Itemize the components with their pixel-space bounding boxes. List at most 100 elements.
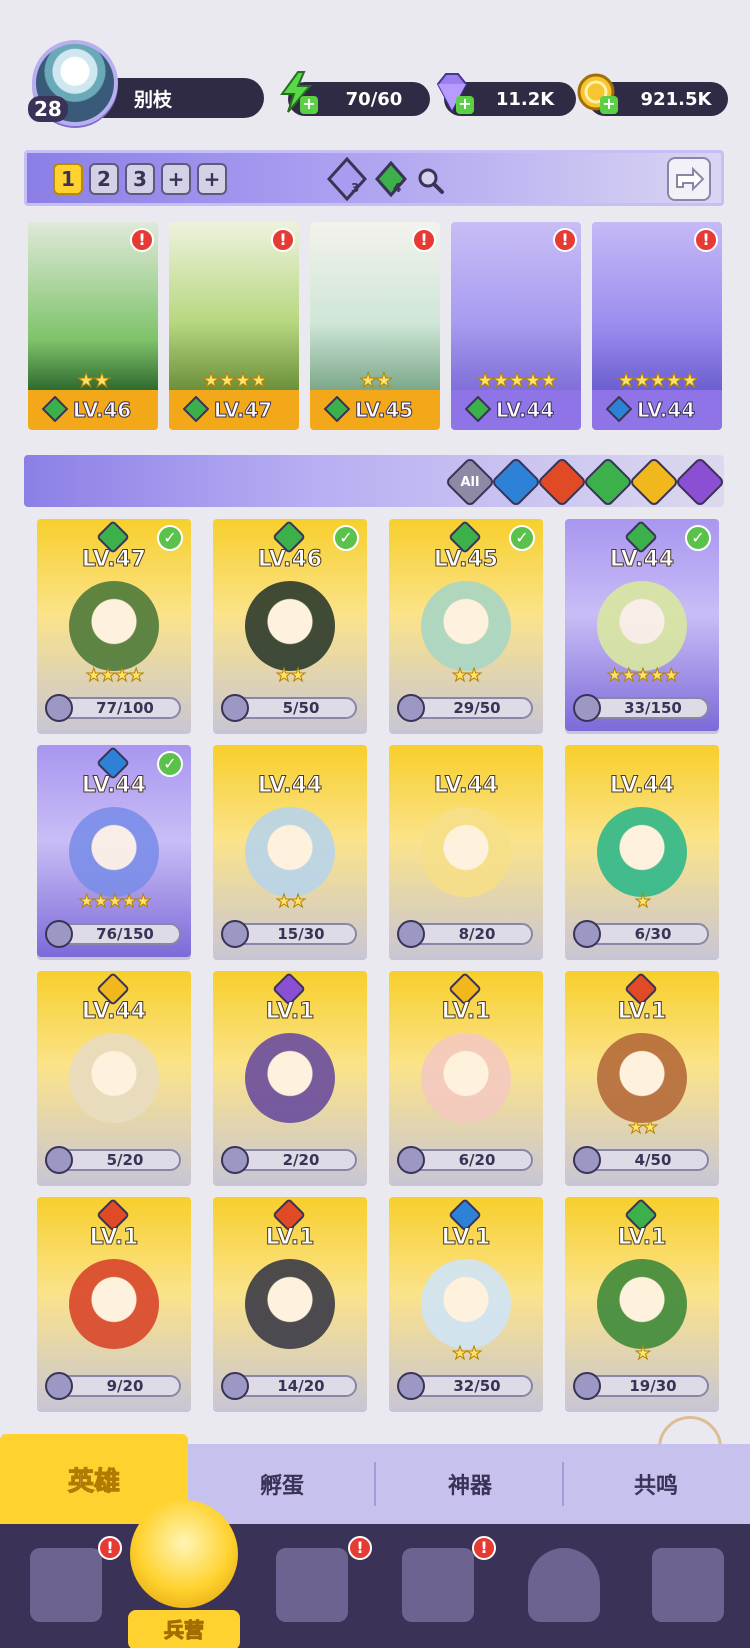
hero-level: LV.1	[617, 1225, 667, 1251]
gems-plus-icon[interactable]: +	[456, 96, 474, 114]
hero-stars: ★★	[275, 891, 306, 913]
nav-map[interactable]: !	[262, 1536, 372, 1636]
share-icon	[676, 166, 705, 192]
team-tab-1[interactable]: 1	[53, 163, 83, 195]
hero-portrait	[245, 1259, 335, 1349]
nature-element-icon	[465, 396, 491, 422]
gems-value: 11.2K	[495, 88, 555, 110]
fragment-count: 77/100	[96, 699, 154, 717]
team-slot-4[interactable]: ★★★★★ LV.44 !	[451, 222, 581, 430]
alert-icon: !	[271, 228, 295, 252]
hero-level: LV.47	[213, 398, 273, 423]
hero-card[interactable]: LV.44 8/20	[389, 745, 543, 957]
filter-dark-icon[interactable]	[674, 456, 726, 508]
fragment-icon	[573, 920, 601, 948]
fragment-progress: 9/20	[45, 1372, 181, 1400]
team-indicator-b: 4	[371, 157, 411, 201]
hero-portrait	[245, 807, 335, 897]
fragment-progress: 5/20	[45, 1146, 181, 1174]
hero-stars: ★★★★★	[606, 665, 680, 687]
mushroom-icon	[528, 1548, 600, 1622]
tab-resonance[interactable]: 共鸣	[562, 1444, 750, 1524]
fragment-progress: 2/20	[221, 1146, 357, 1174]
energy-counter[interactable]: + 70/60	[280, 71, 430, 116]
filter-water-icon[interactable]	[490, 456, 542, 508]
hero-card[interactable]: LV.1 ★ 19/30	[565, 1197, 719, 1409]
hero-card[interactable]: LV.44 ★★ 15/30	[213, 745, 367, 957]
filter-light-icon[interactable]	[628, 456, 680, 508]
guild-icon	[652, 1548, 724, 1622]
fragment-icon	[573, 694, 601, 722]
nav-barracks[interactable]: 兵营	[128, 1500, 240, 1648]
hero-level: LV.44	[433, 773, 499, 799]
hero-portrait	[421, 1259, 511, 1349]
player-avatar[interactable]: 28	[28, 40, 118, 126]
alert-icon: !	[412, 228, 436, 252]
hero-card[interactable]: LV.44 ★ 6/30	[565, 745, 719, 957]
hero-card[interactable]: ✓ LV.47 ★★★★ 77/100	[37, 519, 191, 731]
team-selector-bar: 1 2 3 + + 3 4	[24, 150, 724, 206]
team-tab-add-1[interactable]: +	[161, 163, 191, 195]
hero-card[interactable]: LV.1 9/20	[37, 1197, 191, 1409]
fragment-progress: 14/20	[221, 1372, 357, 1400]
fragment-count: 33/150	[624, 699, 682, 717]
fragment-count: 6/30	[634, 925, 672, 943]
fragment-progress: 77/100	[45, 694, 181, 722]
fragment-icon	[397, 694, 425, 722]
hero-portrait	[597, 1259, 687, 1349]
nav-mushroom[interactable]	[514, 1540, 614, 1636]
alert-icon: !	[472, 1536, 496, 1560]
crystal-icon	[326, 156, 368, 202]
sub-tab-bar: 英雄 孵蛋 神器 共鸣	[0, 1434, 750, 1524]
alert-icon: !	[553, 228, 577, 252]
hero-level: LV.1	[89, 1225, 139, 1251]
filter-fire-icon[interactable]	[536, 456, 588, 508]
gold-plus-icon[interactable]: +	[600, 96, 618, 114]
alert-icon: !	[694, 228, 718, 252]
hero-level: LV.44	[81, 999, 147, 1025]
filter-all[interactable]: All	[444, 456, 496, 508]
hero-card[interactable]: ✓ LV.45 ★★ 29/50	[389, 519, 543, 731]
hero-portrait	[597, 581, 687, 671]
gems-counter[interactable]: + 11.2K	[436, 73, 576, 116]
filter-all-label: All	[460, 474, 480, 490]
fragment-icon	[397, 1146, 425, 1174]
team-slot-5[interactable]: ★★★★★ LV.44 !	[592, 222, 722, 430]
fragment-icon	[221, 1372, 249, 1400]
hero-card[interactable]: ✓ LV.44 ★★★★★ 33/150	[565, 519, 719, 731]
team-slot-3[interactable]: ★★ LV.45 !	[310, 222, 440, 430]
search-icon[interactable]	[415, 165, 445, 195]
hero-card[interactable]: ✓ LV.46 ★★ 5/50	[213, 519, 367, 731]
fragment-count: 2/20	[282, 1151, 320, 1169]
hero-card[interactable]: LV.1 2/20	[213, 971, 367, 1183]
fragment-count: 9/20	[106, 1377, 144, 1395]
nav-guild[interactable]	[638, 1540, 738, 1636]
gold-counter[interactable]: + 921.5K	[577, 73, 728, 116]
hero-card[interactable]: LV.1 ★★ 4/50	[565, 971, 719, 1183]
hero-level: LV.45	[354, 398, 414, 423]
team-slot-2[interactable]: ★★★★ LV.47 !	[169, 222, 299, 430]
hero-card[interactable]: ✓ LV.44 ★★★★★ 76/150	[37, 745, 191, 957]
tab-artifacts[interactable]: 神器	[376, 1444, 564, 1524]
team-tab-add-2[interactable]: +	[197, 163, 227, 195]
gold-value: 921.5K	[640, 88, 712, 110]
hero-level: LV.45	[433, 547, 499, 573]
filter-nature-icon[interactable]	[582, 456, 634, 508]
nav-cards[interactable]: !	[16, 1536, 122, 1636]
team-slot-1[interactable]: ★★ LV.46 !	[28, 222, 158, 430]
hero-card[interactable]: LV.1 14/20	[213, 1197, 367, 1409]
hero-level: LV.1	[265, 1225, 315, 1251]
team-tab-2[interactable]: 2	[89, 163, 119, 195]
hero-card[interactable]: LV.44 5/20	[37, 971, 191, 1183]
hero-card[interactable]: LV.1 ★★ 32/50	[389, 1197, 543, 1409]
fragment-count: 5/20	[106, 1151, 144, 1169]
player-name[interactable]: 别枝	[94, 78, 264, 118]
share-button[interactable]	[667, 157, 711, 201]
energy-plus-icon[interactable]: +	[300, 96, 318, 114]
hero-card[interactable]: LV.1 6/20	[389, 971, 543, 1183]
fragment-icon	[221, 920, 249, 948]
hero-stars: ★★★★★	[617, 368, 700, 393]
nav-castle[interactable]: !	[388, 1536, 496, 1636]
team-tab-3[interactable]: 3	[125, 163, 155, 195]
hero-portrait	[421, 1033, 511, 1123]
